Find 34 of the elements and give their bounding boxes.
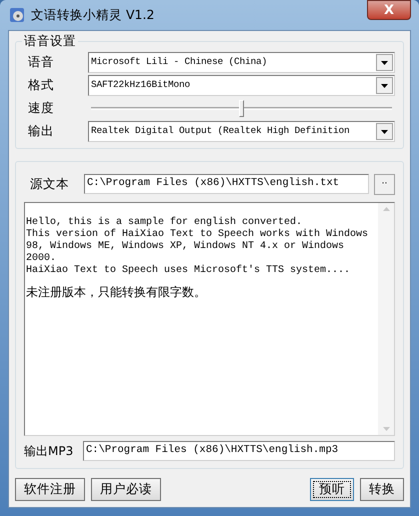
text-line: 2000. — [26, 253, 58, 264]
field-label: 输出 — [28, 122, 55, 140]
dropdown-field[interactable]: Microsoft Lili - Chinese (China) — [88, 52, 395, 73]
dropdown-field[interactable]: SAFT22kHz16BitMono — [88, 75, 395, 96]
text-area[interactable] — [24, 202, 395, 436]
speed-slider[interactable] — [91, 98, 392, 118]
slider-thumb[interactable] — [238, 100, 244, 116]
text-line: This version of HaiXiao Text to Speech works with Windows — [26, 229, 370, 240]
caret-icon — [381, 130, 388, 134]
text-line: HaiXiao Text to Speech uses Microsoft's TTS system.... — [26, 265, 352, 277]
path-field[interactable]: C:\Program Files (x86)\HXTTS\english.txt — [84, 174, 369, 194]
dropdown-button[interactable] — [376, 123, 393, 140]
dropdown-button[interactable] — [376, 54, 393, 71]
text-line: Hello, this is a sample for english converted. — [26, 217, 304, 228]
field-label: 输出MP3 — [24, 443, 74, 460]
dropdown-button[interactable] — [376, 77, 393, 94]
browse-button[interactable]: ·· — [374, 174, 395, 194]
action-button[interactable]: 用户必读 — [91, 478, 161, 501]
field-label: 格式 — [28, 76, 55, 94]
caret-icon — [381, 60, 388, 64]
text-line: 98, Windows ME, Windows XP, Windows NT 4.x or Windows — [26, 241, 346, 253]
path-field[interactable]: C:\Program Files (x86)\HXTTS\english.mp3 — [83, 441, 395, 461]
action-button[interactable]: 转换 — [360, 478, 404, 501]
notice-text: 未注册版本，只能转换有限字数。 — [26, 284, 207, 301]
action-button[interactable]: 预听 — [310, 478, 354, 501]
caret-icon — [381, 84, 388, 88]
field-label: 速度 — [28, 99, 55, 118]
action-button[interactable]: 软件注册 — [15, 478, 85, 501]
window-title: 文语转换小精灵 V1.2 — [31, 6, 154, 24]
dropdown-field[interactable]: Realtek Digital Output (Realtek High Definition — [88, 121, 395, 142]
field-label: 语音 — [28, 53, 55, 72]
field-label: 源文本 — [29, 174, 70, 193]
up-arrow-icon — [382, 207, 390, 211]
down-arrow-icon — [382, 427, 390, 431]
